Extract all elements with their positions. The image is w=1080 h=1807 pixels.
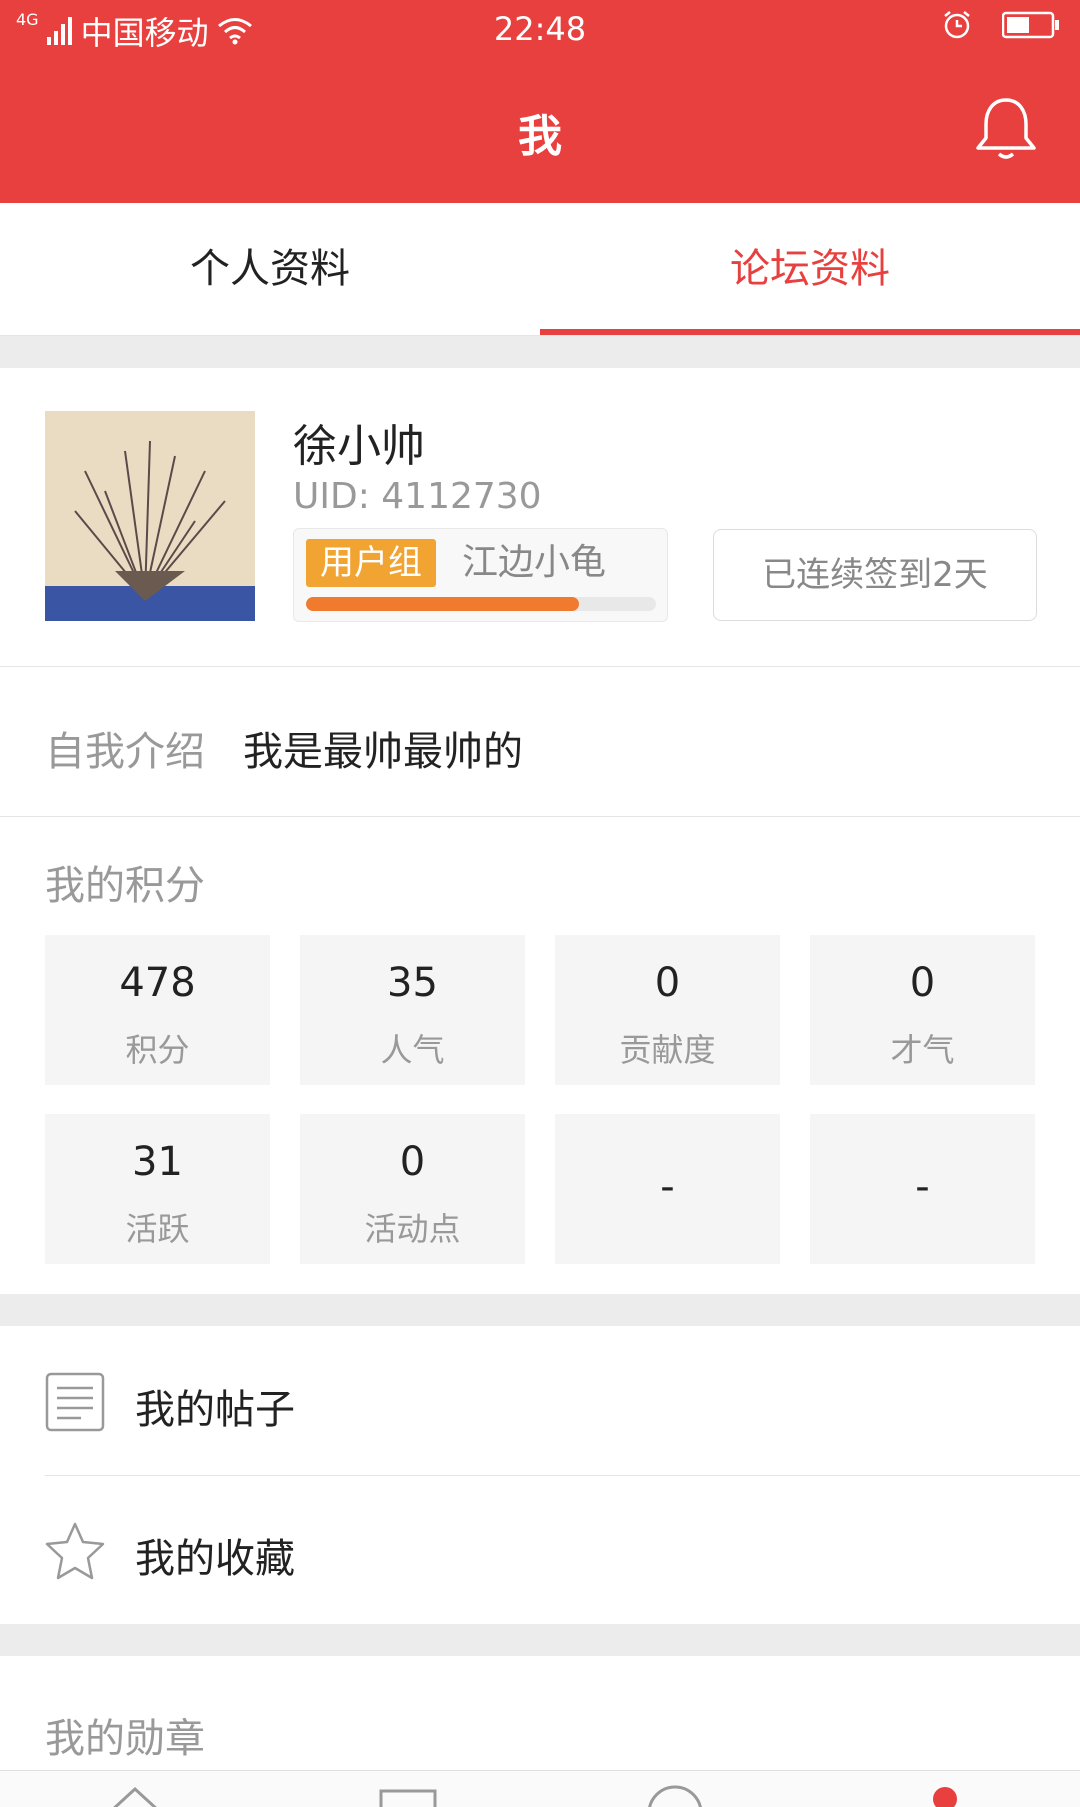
bell-icon[interactable] [974,96,1038,162]
me-icon[interactable] [915,1781,975,1807]
tab-personal-info[interactable]: 个人资料 [0,203,540,335]
group-name: 江边小龟 [462,542,607,583]
points-value: 478 [119,960,196,1006]
profile-card: 徐小帅 UID: 4112730 用户组 江边小龟 已连续签到2天 [0,368,1080,667]
self-intro: 自我介绍 我是最帅最帅的 [0,667,1080,817]
empty-cell: - [810,1114,1035,1264]
alarm-icon [944,11,970,39]
talent-value: 0 [909,960,936,1006]
empty-value: - [660,1164,675,1210]
group-badge: 用户组 [306,539,436,587]
event-points-cell[interactable]: 0 活动点 [300,1114,525,1264]
points-cell[interactable]: 478 积分 [45,935,270,1085]
section-divider [0,336,1080,368]
empty-cell: - [555,1114,780,1264]
activity-cell[interactable]: 31 活跃 [45,1114,270,1264]
home-icon[interactable] [105,1781,165,1807]
user-name: 徐小帅 [293,421,425,472]
popularity-value: 35 [387,960,438,1006]
document-icon [45,1372,105,1432]
popularity-cell[interactable]: 35 人气 [300,935,525,1085]
contribution-label: 贡献度 [619,1031,716,1069]
menu-my-posts-label: 我的帖子 [135,1387,295,1433]
activity-label: 活跃 [125,1210,190,1248]
app-header: 4G 中国移动 22:48 我 [0,0,1080,203]
status-bar: 4G 中国移动 22:48 [0,0,1080,60]
points-label: 积分 [125,1031,190,1069]
status-time: 22:48 [493,10,587,48]
empty-value: - [915,1164,930,1210]
event-points-label: 活动点 [364,1210,461,1248]
intro-text: 我是最帅最帅的 [243,729,523,775]
forum-icon[interactable] [378,1781,438,1807]
message-icon[interactable] [645,1781,705,1807]
tab-forum-info[interactable]: 论坛资料 [540,203,1080,335]
group-progress-bar [306,597,656,611]
medals-heading: 我的勋章 [45,1716,205,1762]
popularity-label: 人气 [380,1031,445,1069]
page-title: 我 [518,111,562,162]
activity-value: 31 [132,1139,183,1185]
menu-my-favorites[interactable]: 我的收藏 [0,1476,1080,1625]
section-divider [0,1294,1080,1326]
menu-my-posts[interactable]: 我的帖子 [0,1327,1080,1476]
bottom-nav [0,1770,1080,1807]
talent-cell[interactable]: 0 才气 [810,935,1035,1085]
event-points-value: 0 [399,1139,426,1185]
contribution-value: 0 [654,960,681,1006]
points-section: 我的积分 478 积分 35 人气 0 贡献度 0 才气 31 活跃 0 活动点… [0,817,1080,1294]
user-group: 用户组 江边小龟 [293,528,668,622]
profile-tabs: 个人资料 论坛资料 [0,203,1080,336]
user-uid: UID: 4112730 [293,476,542,517]
intro-label: 自我介绍 [45,729,205,775]
medals-section: 我的勋章 [0,1656,1080,1766]
contribution-cell[interactable]: 0 贡献度 [555,935,780,1085]
checkin-button[interactable]: 已连续签到2天 [713,529,1037,621]
avatar[interactable] [45,411,255,621]
menu-my-favorites-label: 我的收藏 [135,1536,295,1582]
section-divider [0,1624,1080,1656]
status-right [942,10,1060,40]
star-icon [45,1522,105,1580]
points-heading: 我的积分 [45,863,205,909]
group-progress-fill [306,597,579,611]
battery-icon [1002,11,1059,39]
talent-label: 才气 [890,1031,955,1069]
